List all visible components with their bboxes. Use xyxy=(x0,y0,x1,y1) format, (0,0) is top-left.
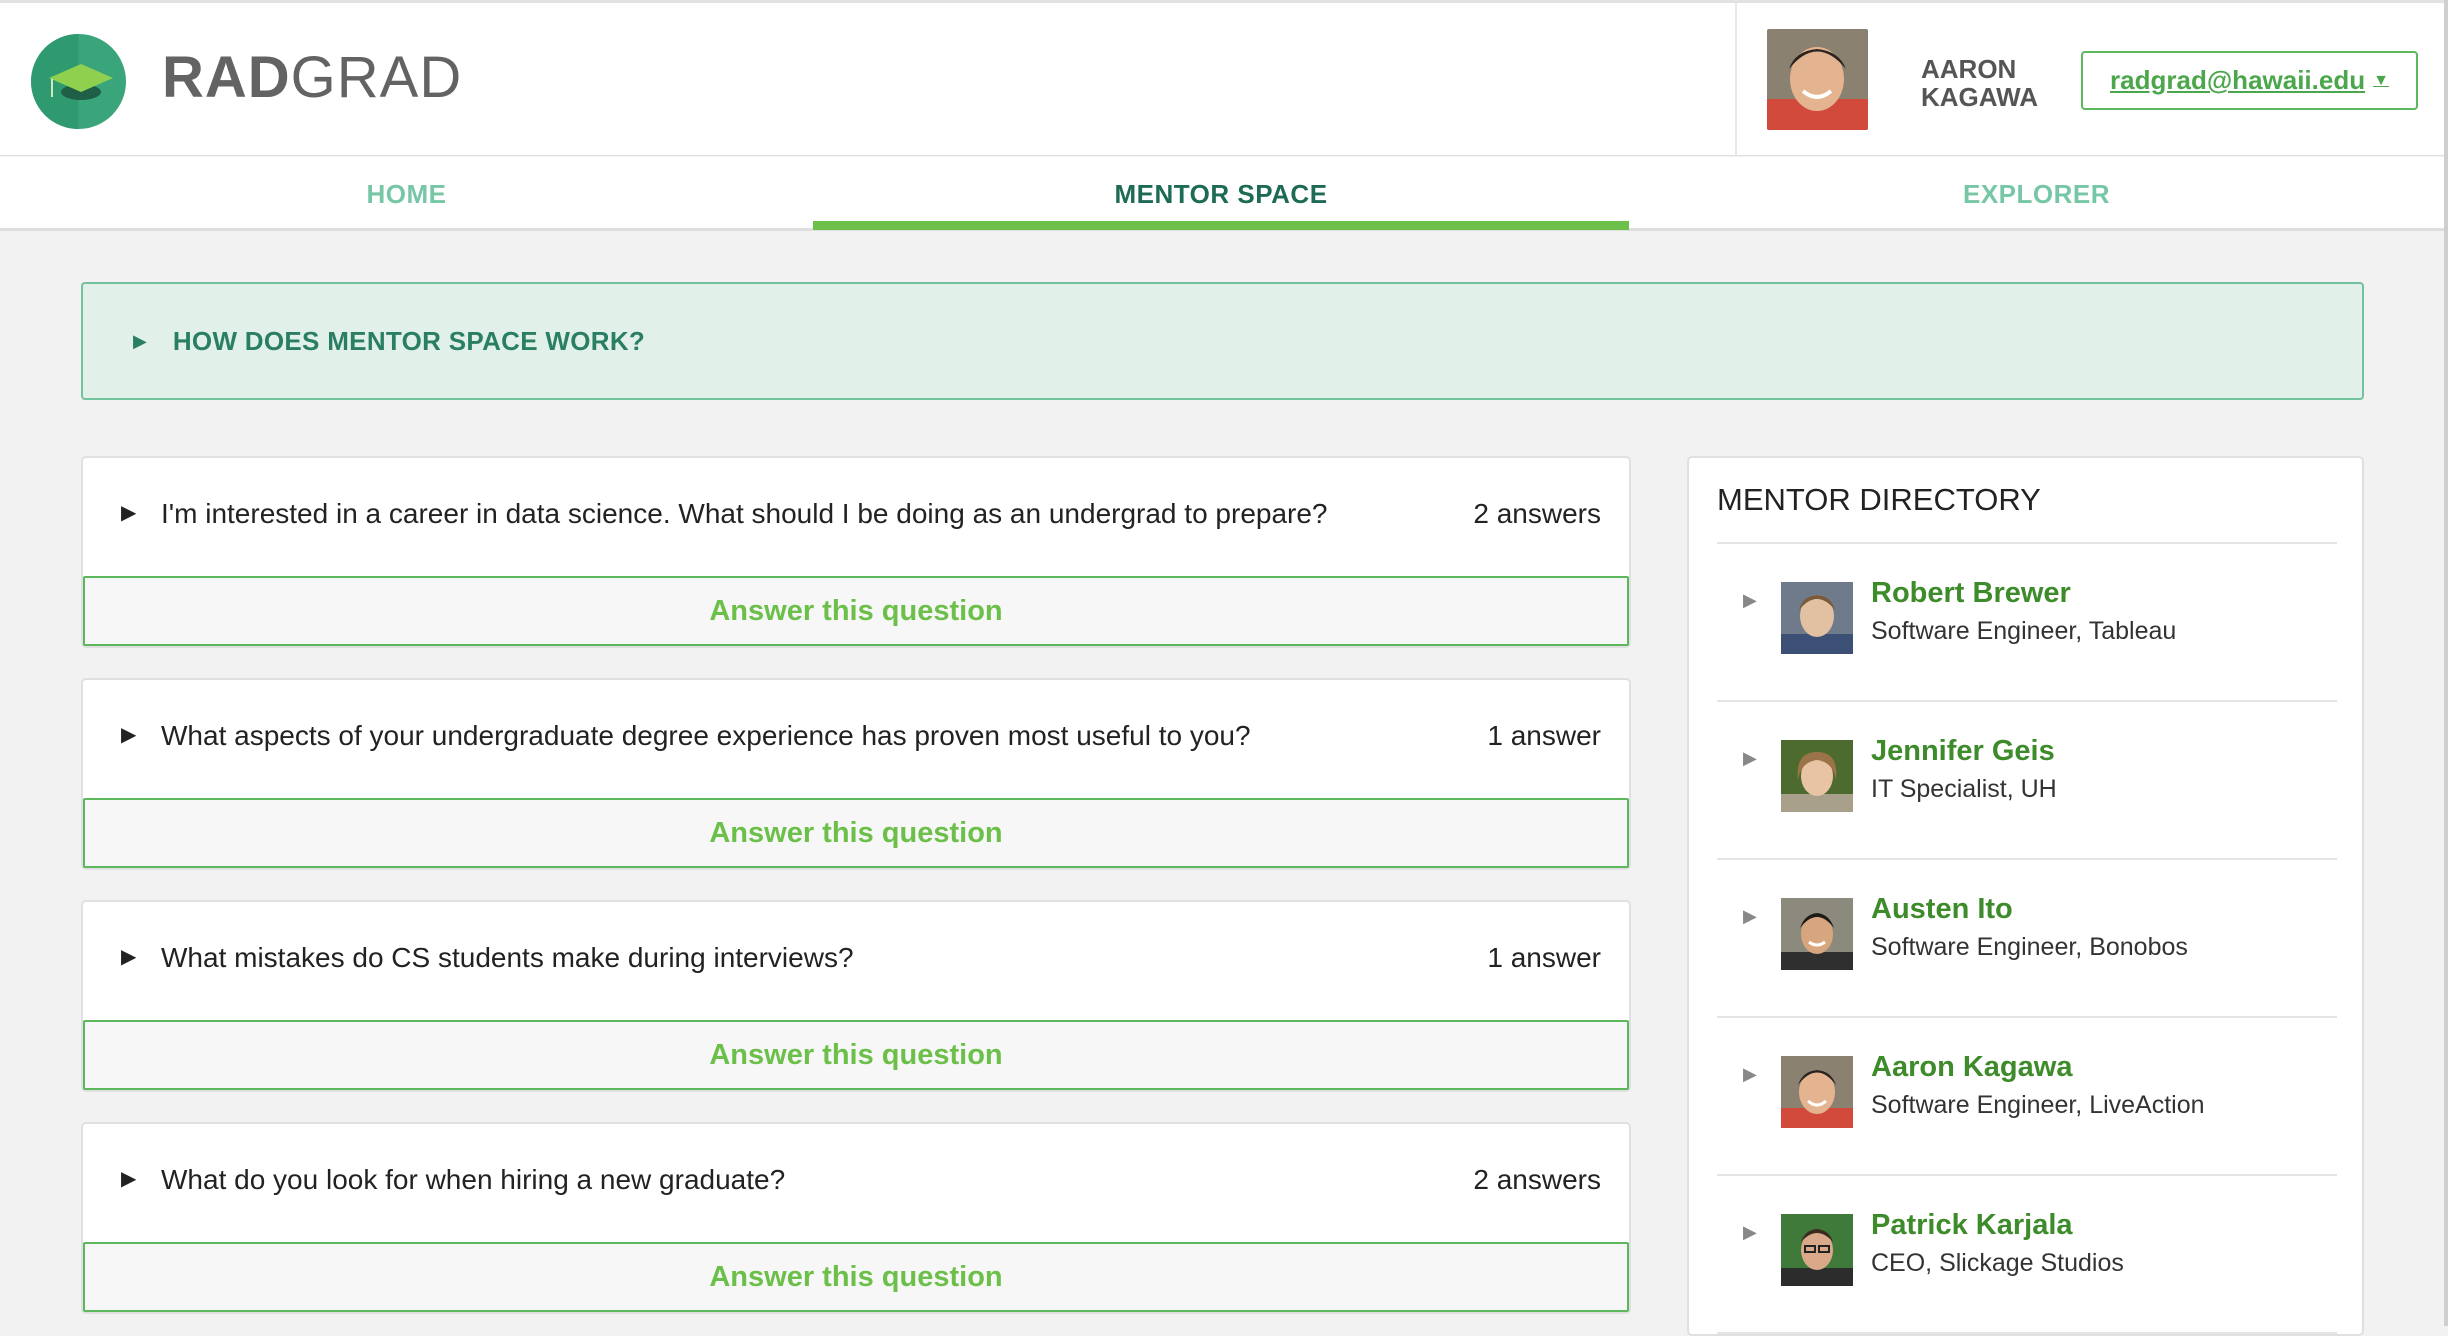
question-text: What mistakes do CS students make during… xyxy=(161,942,854,973)
question-card: ▶ What mistakes do CS students make duri… xyxy=(81,900,1631,1092)
mentor-title: IT Specialist, UH xyxy=(1871,775,2057,803)
answer-count: 2 answers xyxy=(1473,498,1601,529)
mentor-avatar xyxy=(1781,740,1853,812)
user-area: AARON KAGAWA radgrad@hawaii.edu ▼ xyxy=(1735,3,2448,156)
caret-down-icon: ▼ xyxy=(2373,71,2389,89)
tab-explorer[interactable]: EXPLORER xyxy=(1629,157,2444,231)
answer-count: 1 answer xyxy=(1487,942,1601,973)
question-card: ▶ What aspects of your undergraduate deg… xyxy=(81,678,1631,870)
answer-question-button[interactable]: Answer this question xyxy=(83,1020,1629,1090)
expand-triangle-icon: ▶ xyxy=(1743,1064,1757,1084)
mentor-avatar xyxy=(1781,898,1853,970)
question-card: ▶ What do you look for when hiring a new… xyxy=(81,1122,1631,1314)
expand-triangle-icon: ▶ xyxy=(133,330,147,351)
expand-triangle-icon: ▶ xyxy=(121,724,137,746)
tab-home[interactable]: HOME xyxy=(0,157,813,231)
mentor-item[interactable]: ▶ Austen Ito Software Engineer, Bonobos xyxy=(1717,860,2337,1018)
question-text: What aspects of your undergraduate degre… xyxy=(161,720,1251,751)
answer-count: 1 answer xyxy=(1487,720,1601,751)
mentor-item[interactable]: ▶ Aaron Kagawa Software Engineer, LiveAc… xyxy=(1717,1018,2337,1176)
user-avatar[interactable] xyxy=(1767,29,1868,130)
user-name: AARON KAGAWA xyxy=(1921,54,2038,112)
mentor-directory: MENTOR DIRECTORY ▶ Robert Brewer Softwar… xyxy=(1687,456,2364,1336)
mentor-directory-title: MENTOR DIRECTORY xyxy=(1717,482,2337,544)
mentor-avatar xyxy=(1781,1056,1853,1128)
mentor-item[interactable]: ▶ Robert Brewer Software Engineer, Table… xyxy=(1717,544,2337,702)
mentor-name: Jennifer Geis xyxy=(1871,735,2055,767)
question-toggle[interactable]: ▶ What mistakes do CS students make duri… xyxy=(83,902,1629,1020)
mentor-item[interactable]: ▶ Jennifer Geis IT Specialist, UH xyxy=(1717,702,2337,860)
mentor-title: Software Engineer, LiveAction xyxy=(1871,1091,2205,1119)
expand-triangle-icon: ▶ xyxy=(1743,1222,1757,1242)
brand-name[interactable]: RADGRAD xyxy=(162,45,462,111)
top-header: RADGRAD AARON KAGAWA radgrad@hawaii.edu … xyxy=(0,0,2448,156)
radgrad-logo-icon[interactable] xyxy=(31,34,126,129)
question-toggle[interactable]: ▶ I'm interested in a career in data sci… xyxy=(83,458,1629,576)
expand-triangle-icon: ▶ xyxy=(1743,590,1757,610)
question-card: ▶ I'm interested in a career in data sci… xyxy=(81,456,1631,648)
question-toggle[interactable]: ▶ What do you look for when hiring a new… xyxy=(83,1124,1629,1242)
mentor-avatar xyxy=(1781,1214,1853,1286)
main-nav-tabs: HOME MENTOR SPACE EXPLORER xyxy=(0,157,2448,231)
expand-triangle-icon: ▶ xyxy=(121,946,137,968)
tab-mentor-space[interactable]: MENTOR SPACE xyxy=(813,157,1629,231)
question-toggle[interactable]: ▶ What aspects of your undergraduate deg… xyxy=(83,680,1629,798)
window-edge xyxy=(2444,0,2448,1326)
answer-question-button[interactable]: Answer this question xyxy=(83,798,1629,868)
question-text: I'm interested in a career in data scien… xyxy=(161,498,1328,529)
expand-triangle-icon: ▶ xyxy=(121,1168,137,1190)
mentor-name: Aaron Kagawa xyxy=(1871,1051,2073,1083)
account-email: radgrad@hawaii.edu xyxy=(2110,65,2366,95)
answer-count: 2 answers xyxy=(1473,1164,1601,1195)
mentor-title: CEO, Slickage Studios xyxy=(1871,1249,2124,1277)
mentor-title: Software Engineer, Tableau xyxy=(1871,617,2177,645)
how-mentor-space-accordion[interactable]: ▶ HOW DOES MENTOR SPACE WORK? xyxy=(81,282,2364,400)
mentor-title: Software Engineer, Bonobos xyxy=(1871,933,2188,961)
expand-triangle-icon: ▶ xyxy=(121,502,137,524)
mentor-item[interactable]: ▶ Patrick Karjala CEO, Slickage Studios xyxy=(1717,1176,2337,1334)
how-mentor-space-label: HOW DOES MENTOR SPACE WORK? xyxy=(172,325,646,356)
answer-question-button[interactable]: Answer this question xyxy=(83,1242,1629,1312)
answer-question-button[interactable]: Answer this question xyxy=(83,576,1629,646)
account-dropdown-button[interactable]: radgrad@hawaii.edu ▼ xyxy=(2081,51,2418,110)
expand-triangle-icon: ▶ xyxy=(1743,748,1757,768)
mentor-name: Robert Brewer xyxy=(1871,577,2071,609)
mentor-avatar xyxy=(1781,582,1853,654)
expand-triangle-icon: ▶ xyxy=(1743,906,1757,926)
active-tab-indicator xyxy=(813,221,1629,230)
mentor-name: Patrick Karjala xyxy=(1871,1209,2073,1241)
mentor-name: Austen Ito xyxy=(1871,893,2013,925)
question-text: What do you look for when hiring a new g… xyxy=(161,1164,786,1195)
